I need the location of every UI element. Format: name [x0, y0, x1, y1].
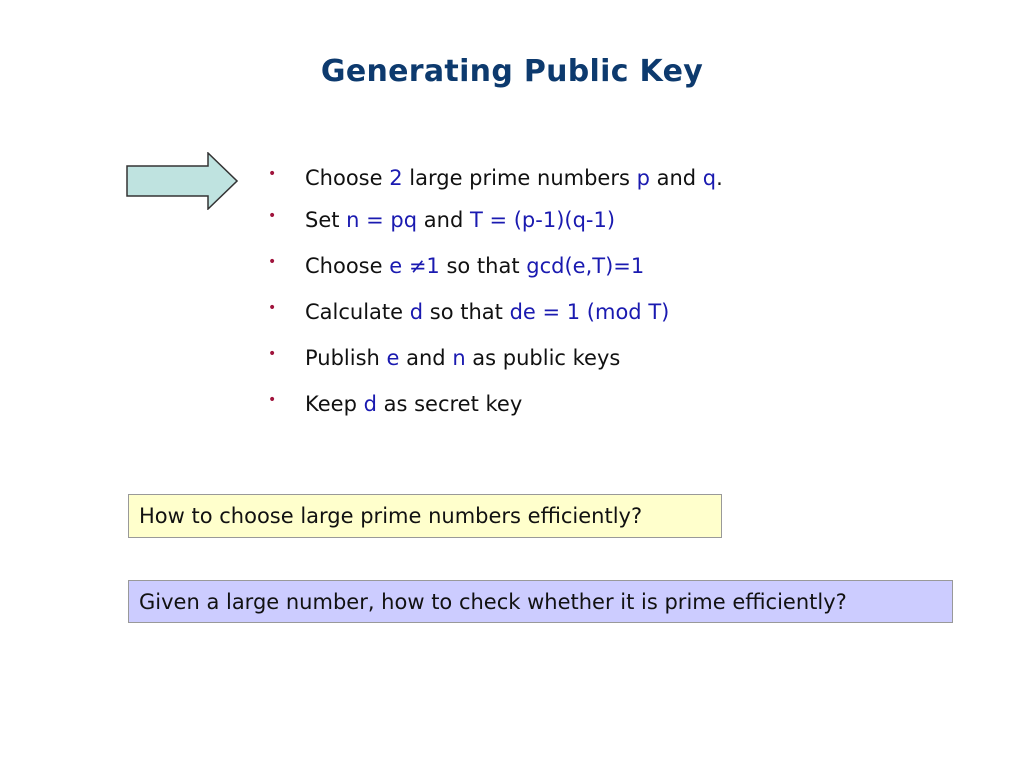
question-box-primes: How to choose large prime numbers effici… [128, 494, 722, 538]
question-box-primality: Given a large number, how to check wheth… [128, 580, 953, 623]
bullet-text: Calculate [305, 300, 410, 324]
bullet-item: • Set n = pq and T = (p-1)(q-1) [266, 208, 615, 232]
bullet-item: • Calculate d so that de = 1 (mod T) [266, 300, 669, 324]
math-term: d [363, 392, 377, 416]
bullet-dot-icon: • [268, 392, 277, 408]
bullet-text: Publish [305, 346, 387, 370]
bullet-dot-icon: • [268, 208, 277, 224]
bullet-item: • Publish e and n as public keys [266, 346, 620, 370]
bullet-item: • Choose 2 large prime numbers p and q. [266, 166, 723, 190]
math-term: n = pq [346, 208, 418, 232]
slide-title: Generating Public Key [320, 54, 704, 89]
bullet-item: • Choose e ≠1 so that gcd(e,T)=1 [266, 254, 644, 278]
bullet-dot-icon: • [268, 346, 277, 362]
bullet-text: Set [305, 208, 347, 232]
math-term: T = (p-1)(q-1) [469, 208, 616, 232]
bullet-dot-icon: • [268, 254, 277, 270]
bullet-item: • Keep d as secret key [266, 392, 522, 416]
bullet-text: as secret key [376, 392, 523, 416]
math-term: gcd(e,T)=1 [526, 254, 645, 278]
math-term: 2 [389, 166, 403, 190]
bullet-text: Choose [305, 166, 390, 190]
math-term: p [636, 166, 650, 190]
math-term: e ≠1 [389, 254, 440, 278]
bullet-text: and [399, 346, 453, 370]
bullet-text: and [417, 208, 470, 232]
bullet-dot-icon: • [268, 166, 277, 182]
bullet-text: . [716, 166, 723, 190]
math-term: n [452, 346, 466, 370]
bullet-text: Choose [305, 254, 390, 278]
question-text: Given a large number, how to check wheth… [139, 589, 847, 614]
math-term: de = 1 (mod T) [509, 300, 670, 324]
math-term: q [702, 166, 717, 190]
question-text: How to choose large prime numbers effici… [139, 504, 643, 528]
math-term: d [409, 300, 424, 324]
bullet-dot-icon: • [268, 300, 277, 316]
right-arrow-icon [126, 152, 238, 210]
bullet-text: large prime numbers [402, 166, 637, 190]
math-term: e [386, 346, 400, 370]
bullet-text: so that [423, 300, 510, 324]
bullet-text: and [649, 166, 703, 190]
bullet-text: as public keys [465, 346, 621, 370]
bullet-text: Keep [305, 392, 364, 416]
bullet-text: so that [439, 254, 527, 278]
